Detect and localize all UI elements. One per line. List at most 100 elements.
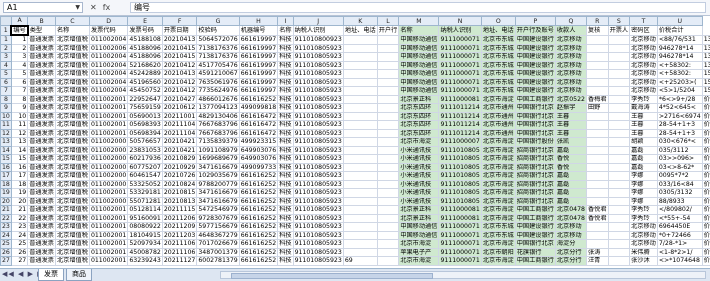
- table-cell[interactable]: 661616252: [238, 94, 279, 104]
- table-cell[interactable]: [607, 137, 631, 147]
- table-cell[interactable]: 米伟腾: [629, 247, 658, 257]
- name-box[interactable]: A1 ▼: [3, 2, 83, 13]
- table-cell[interactable]: [376, 162, 400, 172]
- table-cell[interactable]: 9111011214: [438, 128, 482, 138]
- table-cell[interactable]: 911010805923: [292, 154, 344, 164]
- table-cell[interactable]: [586, 69, 609, 79]
- row-header[interactable]: 10: [0, 111, 12, 121]
- row-header[interactable]: 16: [0, 162, 12, 172]
- table-cell[interactable]: 011002001: [88, 120, 129, 130]
- cancel-icon[interactable]: ✕: [90, 3, 97, 12]
- table-cell[interactable]: [376, 69, 400, 79]
- table-cell[interactable]: 中国建设银行: [514, 52, 556, 62]
- table-cell[interactable]: 20211104: [161, 128, 198, 138]
- column-header[interactable]: S: [607, 16, 631, 26]
- table-cell[interactable]: 911010805923: [292, 247, 344, 257]
- row-header[interactable]: 21: [0, 205, 12, 215]
- table-cell[interactable]: 中国建设银行: [514, 43, 556, 53]
- table-cell[interactable]: 普通发票: [27, 60, 56, 70]
- table-cell[interactable]: 中国移动通信: [398, 69, 440, 79]
- table-cell[interactable]: [607, 43, 631, 53]
- table-cell[interactable]: 9111011214: [438, 103, 482, 113]
- table-cell[interactable]: 911010805923: [292, 103, 344, 113]
- table-cell[interactable]: 价税合计: [701, 230, 710, 240]
- table-cell[interactable]: 9111000071: [438, 77, 482, 87]
- table-cell[interactable]: 20211001: [161, 111, 198, 121]
- table-cell[interactable]: 普通发票: [27, 34, 56, 45]
- header-cell[interactable]: 纳税人识别: [438, 25, 482, 36]
- table-cell[interactable]: 小米通讯技: [398, 154, 440, 164]
- table-cell[interactable]: 王暮: [629, 111, 658, 121]
- table-cell[interactable]: 661616252: [238, 188, 279, 198]
- table-cell[interactable]: 中国移动通信: [398, 222, 440, 232]
- table-cell[interactable]: 李秀玲: [629, 205, 658, 215]
- table-cell[interactable]: 7735624976: [196, 86, 240, 96]
- table-cell[interactable]: <5>1/5204: [656, 86, 703, 96]
- table-cell[interactable]: 661616252: [238, 247, 279, 257]
- table-cell[interactable]: 661619997: [238, 34, 279, 45]
- table-cell[interactable]: 15510696(: [701, 69, 710, 79]
- table-cell[interactable]: 20211106: [161, 239, 198, 249]
- table-cell[interactable]: [607, 179, 631, 189]
- table-cell[interactable]: 普通发票: [27, 196, 56, 206]
- table-cell[interactable]: 北京增值税: [55, 196, 90, 206]
- column-header[interactable]: M: [398, 16, 440, 26]
- table-cell[interactable]: <+58302:: [656, 69, 703, 79]
- table-cell[interactable]: 花旗银行: [514, 247, 556, 257]
- table-cell[interactable]: 45188096: [127, 52, 163, 62]
- table-cell[interactable]: [342, 86, 378, 96]
- table-cell[interactable]: 戴海涛: [629, 103, 658, 113]
- cell-id[interactable]: 9: [10, 103, 29, 113]
- header-cell[interactable]: 复核: [586, 25, 609, 36]
- table-cell[interactable]: 011002001: [88, 111, 129, 121]
- table-cell[interactable]: 20211115: [161, 205, 198, 215]
- column-header[interactable]: R: [586, 16, 609, 26]
- table-cell[interactable]: 价税合计: [701, 111, 710, 121]
- table-cell[interactable]: 22952647: [127, 94, 163, 104]
- table-cell[interactable]: [586, 34, 609, 45]
- table-cell[interactable]: [342, 213, 378, 223]
- table-cell[interactable]: 011002000: [88, 196, 129, 206]
- table-cell[interactable]: 中国建设银行: [514, 222, 556, 232]
- table-cell[interactable]: 嘉磊: [629, 162, 658, 172]
- table-cell[interactable]: 张沙沐: [629, 256, 658, 266]
- cell-id[interactable]: 18: [10, 179, 29, 189]
- table-cell[interactable]: 9111000071: [438, 222, 482, 232]
- header-cell[interactable]: 价税合计: [656, 25, 703, 36]
- row-header[interactable]: 1: [0, 34, 12, 45]
- table-cell[interactable]: 赵振宇: [554, 103, 588, 113]
- table-cell[interactable]: [586, 179, 609, 189]
- table-cell[interactable]: [376, 230, 400, 240]
- table-cell[interactable]: 科技: [277, 69, 294, 79]
- table-cell[interactable]: 普通发票: [27, 213, 56, 223]
- table-cell[interactable]: <*55+-54: [656, 213, 703, 223]
- table-cell[interactable]: 普通发票: [27, 188, 56, 198]
- table-cell[interactable]: [342, 120, 378, 130]
- table-cell[interactable]: 王暮: [629, 120, 658, 130]
- table-cell[interactable]: 嘉磊: [629, 145, 658, 155]
- table-cell[interactable]: *6<>9+/28: [656, 94, 703, 104]
- table-cell[interactable]: 03<>8-62*: [656, 162, 703, 172]
- table-cell[interactable]: [607, 52, 631, 62]
- column-header[interactable]: F: [161, 16, 198, 26]
- table-cell[interactable]: 9111000071: [438, 52, 482, 62]
- table-cell[interactable]: 011002001: [88, 213, 129, 223]
- column-header[interactable]: G: [196, 16, 240, 26]
- table-cell[interactable]: 05690013: [127, 111, 163, 121]
- table-cell[interactable]: [607, 256, 631, 266]
- fx-icon[interactable]: fx: [103, 3, 111, 12]
- table-cell[interactable]: 9111000071: [438, 247, 482, 257]
- row-header[interactable]: 13: [0, 137, 12, 147]
- row-header[interactable]: 22: [0, 213, 12, 223]
- table-cell[interactable]: 普通发票: [27, 179, 56, 189]
- table-cell[interactable]: [342, 77, 378, 87]
- table-cell[interactable]: 911010805923: [292, 94, 344, 104]
- table-cell[interactable]: [376, 77, 400, 87]
- table-cell[interactable]: 价税合计: [701, 256, 710, 266]
- table-cell[interactable]: 946278*14: [656, 52, 703, 62]
- table-cell[interactable]: 北京增值税: [55, 171, 90, 181]
- header-cell[interactable]: 地址、电话: [480, 25, 516, 36]
- table-cell[interactable]: [607, 77, 631, 87]
- table-cell[interactable]: 价税合计: [701, 205, 710, 215]
- table-cell[interactable]: [376, 43, 400, 53]
